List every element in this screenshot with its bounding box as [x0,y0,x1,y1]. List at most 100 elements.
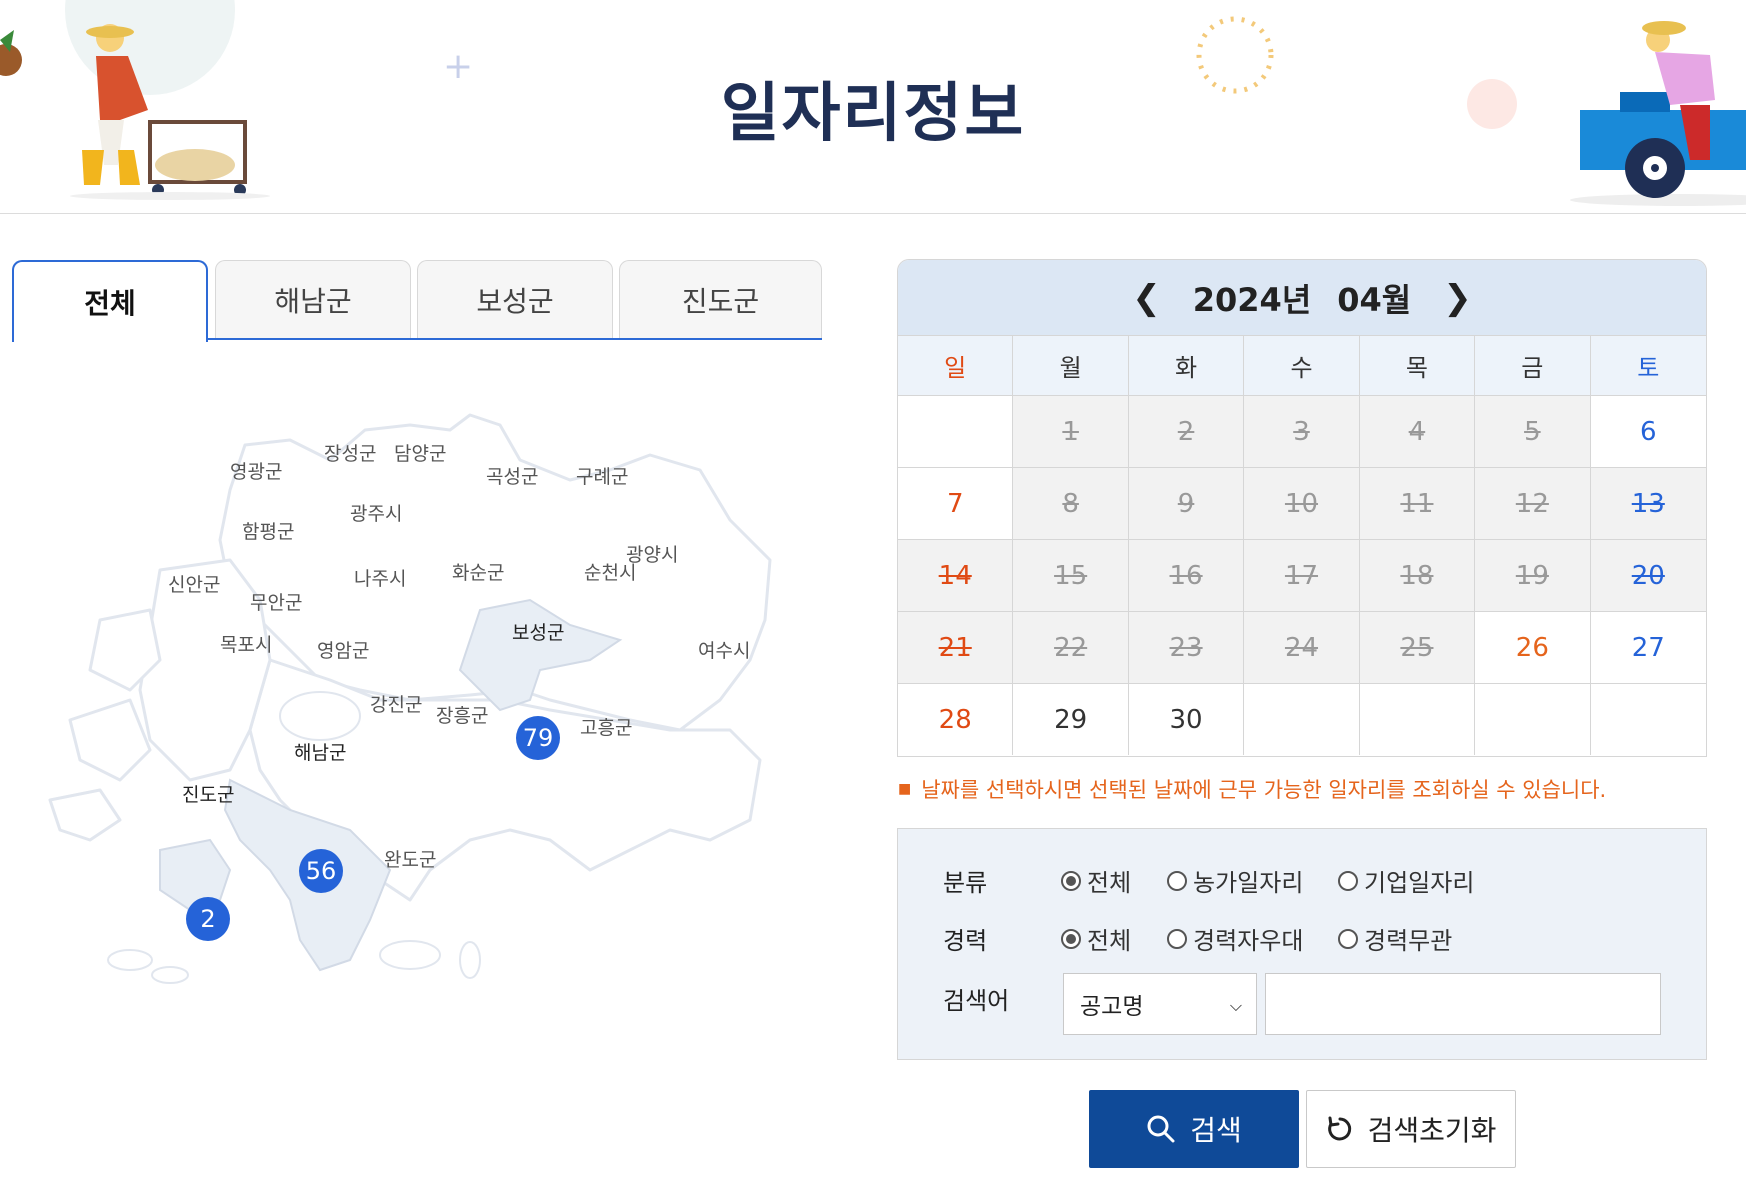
calendar-header: ❮ 2024년 04월 ❯ [898,260,1706,335]
map-label-mokpo[interactable]: 목포시 [220,630,272,657]
calendar-day: 1 [1013,395,1129,467]
boseong-job-count-badge[interactable]: 79 [516,716,560,760]
search-field-selected: 공고명 [1080,994,1144,1020]
radio-label: 기업일자리 [1364,869,1475,897]
jindo-job-count-badge[interactable]: 2 [186,897,230,941]
map-label-gokseong[interactable]: 곡성군 [486,462,538,489]
map-label-gurye[interactable]: 구례군 [576,462,628,489]
calendar-note-text: 날짜를 선택하시면 선택된 날짜에 근무 가능한 일자리를 조회하실 수 있습니… [921,778,1607,802]
calendar-day: 23 [1128,611,1245,683]
map-label-hampyeong[interactable]: 함평군 [242,517,294,544]
region-tabs: 전체 해남군 보성군 진도군 [12,260,822,342]
career-radio-irrelevant[interactable]: 경력무관 [1338,921,1452,956]
calendar-grid: 일 월 화 수 목 금 토 1 2 3 4 5 6 7 8 9 10 11 12 13 14 15 16 17 1… [898,335,1706,755]
calendar-day: 5 [1475,395,1591,467]
category-radio-farm[interactable]: 농가일자리 [1167,863,1303,898]
weekday-thu: 목 [1359,335,1476,395]
calendar-day: 3 [1244,395,1360,467]
search-keyword-input[interactable] [1265,973,1661,1035]
calendar-day[interactable]: 30 [1128,683,1245,755]
calendar-day[interactable]: 28 [898,683,1014,755]
tab-boseong[interactable]: 보성군 [417,260,613,338]
radio-label: 전체 [1087,869,1132,897]
reset-search-button[interactable]: 검색초기화 [1306,1090,1516,1168]
prev-month-chevron-icon[interactable]: ❮ [1126,278,1167,318]
search-icon [1147,1115,1175,1143]
page-header: + 일자리정보 [0,0,1746,214]
calendar-month: 04월 [1337,280,1412,319]
keyword-label: 검색어 [943,987,1010,1015]
calendar-empty-cell [1475,683,1591,755]
calendar-year: 2024년 [1192,280,1312,319]
reset-button-label: 검색초기화 [1367,1114,1497,1147]
weekday-mon: 월 [1013,335,1129,395]
map-label-haenam[interactable]: 해남군 [294,738,346,765]
calendar-day: 12 [1475,467,1591,539]
map-label-suncheon[interactable]: 순천시 [584,558,636,585]
calendar-day: 16 [1128,539,1245,611]
weekday-tue: 화 [1128,335,1245,395]
radio-label: 경력자우대 [1193,927,1304,955]
map-label-jangseong[interactable]: 장성군 [324,439,376,466]
calendar-empty-cell [1359,683,1476,755]
search-field-select[interactable]: 공고명 ⌵ [1063,973,1257,1035]
map-label-yeongam[interactable]: 영암군 [317,636,369,663]
calendar-day[interactable]: 6 [1590,395,1706,467]
map-label-muan[interactable]: 무안군 [250,588,302,615]
calendar-day: 15 [1013,539,1129,611]
calendar-day: 10 [1244,467,1360,539]
weekday-fri: 금 [1475,335,1591,395]
calendar-day: 4 [1359,395,1476,467]
map-label-sinan[interactable]: 신안군 [168,570,220,597]
calendar-day: 11 [1359,467,1476,539]
radio-dot [1061,928,1081,949]
calendar-empty-cell [1244,683,1360,755]
calendar-day: 22 [1013,611,1129,683]
calendar-empty-cell [1590,683,1706,755]
calendar-day: 25 [1359,611,1476,683]
calendar-day[interactable]: 7 [898,467,1014,539]
map-label-jangheung[interactable]: 장흥군 [436,701,488,728]
weekday-sat: 토 [1590,335,1706,395]
category-radio-company[interactable]: 기업일자리 [1338,863,1474,898]
search-button-label: 검색 [1190,1114,1242,1147]
map-label-hwasun[interactable]: 화순군 [452,558,504,585]
map-label-yeosu[interactable]: 여수시 [698,636,750,663]
calendar-day: 19 [1475,539,1591,611]
radio-label: 경력무관 [1364,927,1453,955]
page-title: 일자리정보 [720,77,1026,151]
career-label: 경력 [943,927,988,955]
haenam-job-count-badge[interactable]: 56 [299,849,343,893]
map-label-naju[interactable]: 나주시 [354,564,406,591]
category-label: 분류 [943,869,988,897]
calendar-day: 2 [1128,395,1245,467]
map-label-gwangju[interactable]: 광주시 [350,499,402,526]
tab-haenam[interactable]: 해남군 [215,260,411,338]
calendar-day[interactable]: 27 [1590,611,1706,683]
map-label-yeonggwang[interactable]: 영광군 [230,457,282,484]
calendar-day: 9 [1128,467,1245,539]
calendar-note: ■ 날짜를 선택하시면 선택된 날짜에 근무 가능한 일자리를 조회하실 수 있습… [898,778,1607,802]
career-radio-all[interactable]: 전체 [1061,921,1131,956]
map-label-jindo[interactable]: 진도군 [182,780,234,807]
map-label-wando[interactable]: 완도군 [384,845,436,872]
career-radio-preferred[interactable]: 경력자우대 [1167,921,1303,956]
search-filter-panel: 분류 전체 농가일자리 기업일자리 경력 전체 경력자우대 경력무관 검색어 공… [897,828,1707,1060]
radio-dot [1167,928,1187,949]
calendar-day[interactable]: 26 [1475,611,1591,683]
radio-dot [1338,870,1358,891]
category-radio-all[interactable]: 전체 [1061,863,1131,898]
calendar-empty-cell [898,395,1014,467]
map-label-goheung[interactable]: 고흥군 [580,713,632,740]
map-label-gangjin[interactable]: 강진군 [370,690,422,717]
calendar-day: 17 [1244,539,1360,611]
tab-all[interactable]: 전체 [12,260,208,342]
calendar-day[interactable]: 29 [1013,683,1129,755]
calendar-day: 14 [898,539,1014,611]
next-month-chevron-icon[interactable]: ❯ [1437,278,1478,318]
radio-dot [1338,928,1358,949]
map-label-damyang[interactable]: 담양군 [394,439,446,466]
search-button[interactable]: 검색 [1089,1090,1299,1168]
tab-jindo[interactable]: 진도군 [619,260,822,338]
map-label-boseong[interactable]: 보성군 [512,618,564,645]
